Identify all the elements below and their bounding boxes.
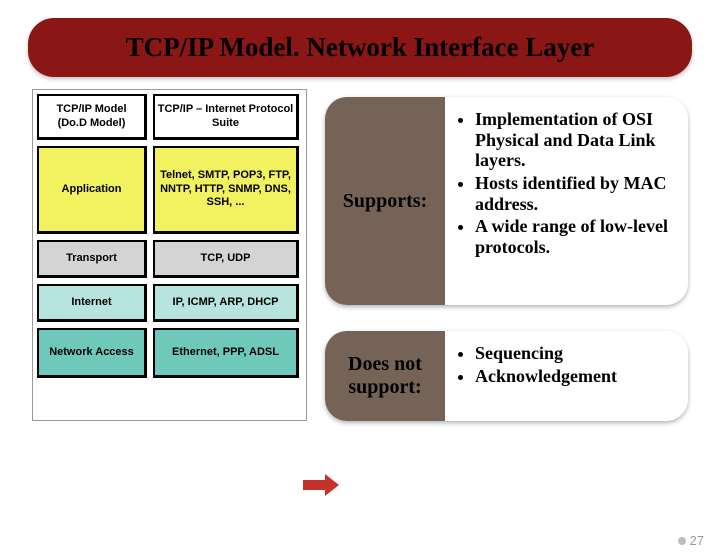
arrow-icon — [303, 474, 339, 496]
callout-supports-body: Implementation of OSI Physical and Data … — [445, 97, 688, 305]
layer-network-access-label: Network Access — [37, 328, 147, 378]
tcpip-diagram: TCP/IP Model (Do.D Model) TCP/IP – Inter… — [32, 89, 307, 421]
layer-network-access-protocols: Ethernet, PPP, ADSL — [153, 328, 299, 378]
callout-supports-label-box: Supports: — [325, 97, 445, 305]
slide-title-bar: TCP/IP Model. Network Interface Layer — [28, 18, 692, 77]
callout-does-not-support: Does not support: Sequencing Acknowledge… — [325, 331, 688, 421]
supports-item: A wide range of low-level protocols. — [475, 216, 676, 257]
callout-supports-label: Supports: — [343, 190, 427, 213]
supports-item: Hosts identified by MAC address. — [475, 173, 676, 214]
page-number-value: 27 — [690, 533, 704, 548]
callout-not-support-label-box: Does not support: — [325, 331, 445, 421]
layer-application-label: Application — [37, 146, 147, 234]
layer-internet-label: Internet — [37, 284, 147, 322]
supports-item: Implementation of OSI Physical and Data … — [475, 109, 676, 171]
layer-internet-protocols: IP, ICMP, ARP, DHCP — [153, 284, 299, 322]
page-number: 27 — [678, 533, 704, 548]
diagram-header-left: TCP/IP Model (Do.D Model) — [37, 94, 147, 140]
callout-supports: Supports: Implementation of OSI Physical… — [325, 97, 688, 305]
layer-transport-label: Transport — [37, 240, 147, 278]
callout-not-support-body: Sequencing Acknowledgement — [445, 331, 688, 421]
callout-not-support-label: Does not support: — [331, 353, 439, 399]
diagram-header-right: TCP/IP – Internet Protocol Suite — [153, 94, 299, 140]
not-support-item: Sequencing — [475, 343, 676, 364]
slide-title: TCP/IP Model. Network Interface Layer — [126, 32, 595, 62]
layer-transport-protocols: TCP, UDP — [153, 240, 299, 278]
layer-application-protocols: Telnet, SMTP, POP3, FTP, NNTP, HTTP, SNM… — [153, 146, 299, 234]
not-support-item: Acknowledgement — [475, 366, 676, 387]
bullet-icon — [678, 537, 686, 545]
